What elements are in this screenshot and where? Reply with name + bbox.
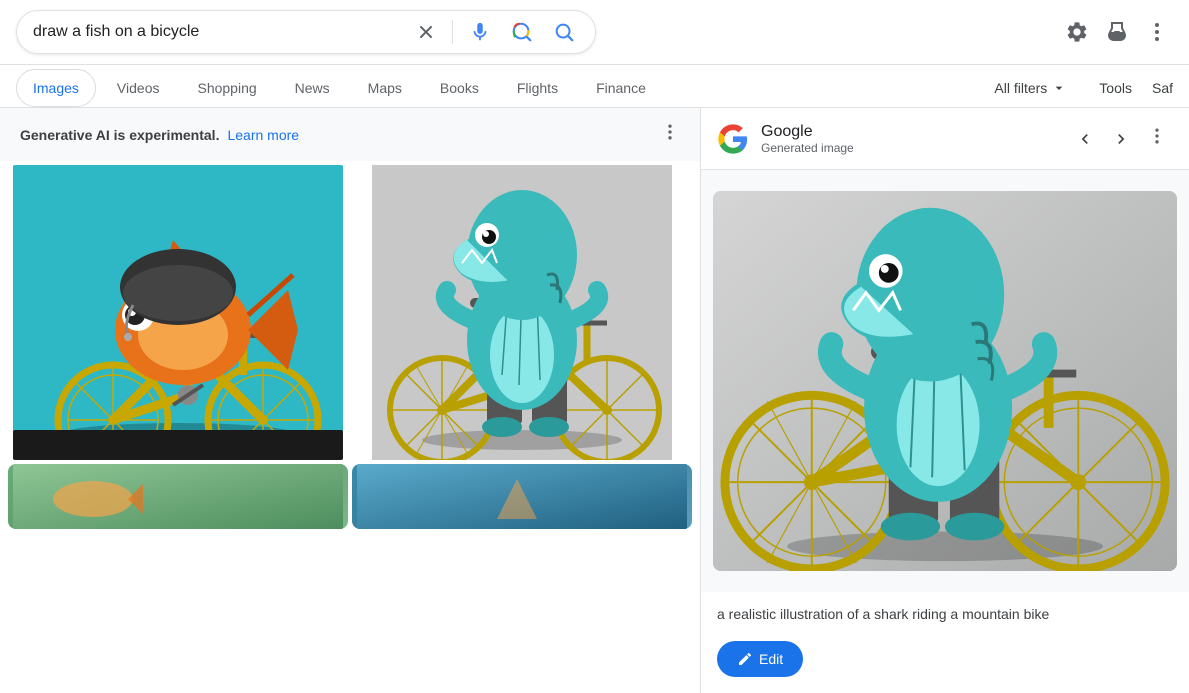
- lens-icon: [511, 21, 533, 43]
- image-cell-bottom-left[interactable]: [8, 464, 348, 529]
- tab-images[interactable]: Images: [16, 69, 96, 107]
- chevron-right-icon: [1111, 129, 1131, 149]
- pencil-icon: [737, 651, 753, 667]
- tab-flights[interactable]: Flights: [500, 69, 575, 107]
- detail-more-options-button[interactable]: [1141, 120, 1173, 157]
- ai-banner-more-button[interactable]: [660, 122, 680, 147]
- google-g-logo: [717, 123, 749, 155]
- next-image-button[interactable]: [1105, 123, 1137, 155]
- clear-button[interactable]: [412, 18, 440, 46]
- ai-banner-bold-text: Generative AI is experimental.: [20, 127, 219, 143]
- ai-banner: Generative AI is experimental. Learn mor…: [0, 108, 700, 161]
- header: draw a fish on a bicycle: [0, 0, 1189, 65]
- more-options-header-button[interactable]: [1141, 16, 1173, 48]
- labs-button[interactable]: [1101, 16, 1133, 48]
- tab-maps[interactable]: Maps: [351, 69, 419, 107]
- all-filters-label: All filters: [994, 80, 1047, 96]
- left-panel: Generative AI is experimental. Learn mor…: [0, 108, 700, 693]
- detail-header-nav: [1069, 120, 1173, 157]
- nav-right: All filters Tools Saf: [982, 72, 1173, 104]
- detail-image-container: [701, 170, 1189, 592]
- right-panel: Google Generated image: [700, 108, 1189, 693]
- lens-button[interactable]: [507, 17, 537, 47]
- tab-shopping[interactable]: Shopping: [180, 69, 273, 107]
- detail-header-text: Google Generated image: [761, 123, 1057, 155]
- mic-icon: [469, 21, 491, 43]
- more-vert-icon: [1145, 20, 1169, 44]
- safe-label: Saf: [1152, 80, 1173, 96]
- search-divider: [452, 20, 453, 44]
- learn-more-link[interactable]: Learn more: [227, 127, 299, 143]
- image-cell-fish-bike[interactable]: [8, 165, 348, 460]
- tools-button[interactable]: Tools: [1087, 72, 1144, 104]
- detail-shark-image[interactable]: [713, 191, 1177, 571]
- dropdown-arrow-icon: [1051, 80, 1067, 96]
- settings-icon: [1065, 20, 1089, 44]
- edit-button-label: Edit: [759, 651, 783, 667]
- image-cell-shark-bike[interactable]: [352, 165, 692, 460]
- detail-card: Google Generated image: [701, 108, 1189, 693]
- search-button[interactable]: [549, 17, 579, 47]
- settings-button[interactable]: [1061, 16, 1093, 48]
- more-vert-small-icon: [660, 122, 680, 142]
- search-input[interactable]: draw a fish on a bicycle: [33, 23, 402, 41]
- clear-icon: [416, 22, 436, 42]
- detail-caption: a realistic illustration of a shark ridi…: [701, 592, 1189, 637]
- labs-icon: [1105, 20, 1129, 44]
- main-content: Generative AI is experimental. Learn mor…: [0, 108, 1189, 693]
- tab-videos[interactable]: Videos: [100, 69, 177, 107]
- image-grid: [0, 161, 700, 533]
- all-filters-button[interactable]: All filters: [982, 72, 1079, 104]
- detail-source-subtitle: Generated image: [761, 141, 1057, 155]
- edit-button[interactable]: Edit: [717, 641, 803, 677]
- search-icon: [553, 21, 575, 43]
- tab-news[interactable]: News: [278, 69, 347, 107]
- detail-header: Google Generated image: [701, 108, 1189, 170]
- tab-finance[interactable]: Finance: [579, 69, 663, 107]
- prev-image-button[interactable]: [1069, 123, 1101, 155]
- detail-source-title: Google: [761, 123, 1057, 141]
- chevron-left-icon: [1075, 129, 1095, 149]
- tab-books[interactable]: Books: [423, 69, 496, 107]
- image-cell-bottom-right[interactable]: [352, 464, 692, 529]
- search-icon-group: [412, 17, 579, 47]
- more-vert-detail-icon: [1147, 126, 1167, 146]
- nav-tabs: Images Videos Shopping News Maps Books F…: [0, 65, 1189, 108]
- header-right-icons: [1061, 16, 1173, 48]
- mic-button[interactable]: [465, 17, 495, 47]
- search-bar: draw a fish on a bicycle: [16, 10, 596, 54]
